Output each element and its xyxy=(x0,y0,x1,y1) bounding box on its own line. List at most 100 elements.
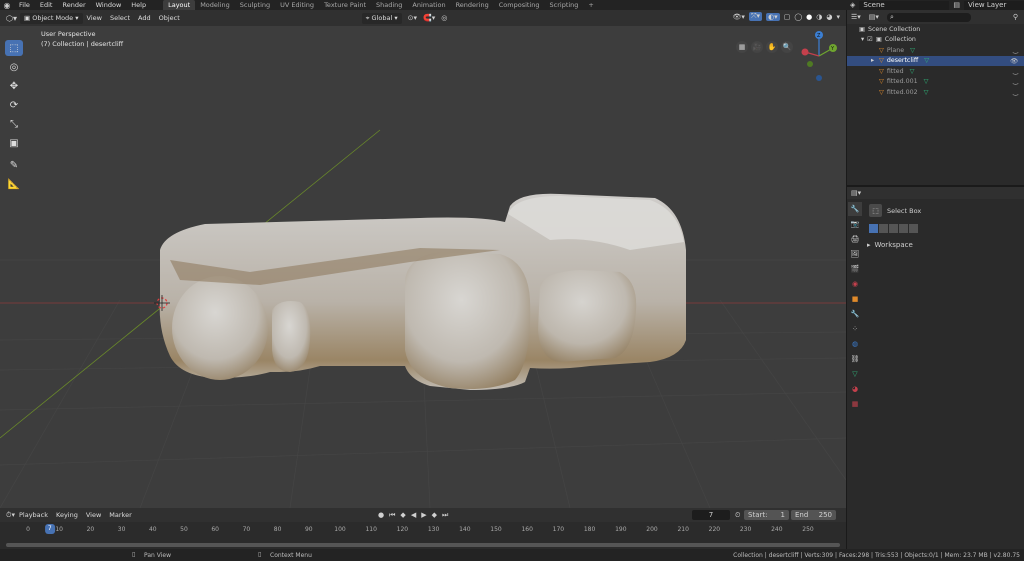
menu-object[interactable]: Object xyxy=(155,14,184,22)
menu-add[interactable]: Add xyxy=(134,14,155,22)
grid-view-icon[interactable]: ▦ xyxy=(736,41,748,53)
scene-tab-icon[interactable]: 🎬 xyxy=(848,262,862,276)
desertcliff-mesh[interactable] xyxy=(159,193,686,390)
end-frame-field[interactable]: End 250 xyxy=(791,510,836,520)
texture-tab-icon[interactable]: ▦ xyxy=(848,397,862,411)
overlay-toggle-icon[interactable]: ◐▾ xyxy=(766,12,780,21)
menu-view[interactable]: View xyxy=(83,14,106,22)
outliner-item[interactable]: ▽ fitted.001 ▽ ‿ xyxy=(847,77,1024,88)
tab-rendering[interactable]: Rendering xyxy=(451,0,494,10)
tab-uv-editing[interactable]: UV Editing xyxy=(275,0,319,10)
outliner-item[interactable]: ▽ fitted ▽ ‿ xyxy=(847,66,1024,77)
material-tab-icon[interactable]: ◕ xyxy=(848,382,862,396)
tab-scripting[interactable]: Scripting xyxy=(545,0,584,10)
hidden-eye-icon[interactable]: ‿ xyxy=(1013,68,1018,75)
render-tab-icon[interactable]: 📷 xyxy=(848,217,862,231)
object-tab-icon[interactable]: ■ xyxy=(848,292,862,306)
tab-texture-paint[interactable]: Texture Paint xyxy=(319,0,371,10)
workspace-section[interactable]: ▸ Workspace xyxy=(867,241,913,249)
jump-end-icon[interactable]: ⏭ xyxy=(442,511,448,520)
pivot-icon[interactable]: ⊙▾ xyxy=(408,14,417,22)
xray-toggle-icon[interactable]: ▢ xyxy=(784,13,791,21)
tab-shading[interactable]: Shading xyxy=(371,0,407,10)
start-frame-field[interactable]: Start: 1 xyxy=(744,510,789,520)
pan-hand-icon[interactable]: ✋ xyxy=(766,41,778,53)
mesh-data-icon[interactable]: ▽ xyxy=(924,78,929,85)
display-mode-icon[interactable]: ▤▾ xyxy=(869,13,879,21)
tab-layout[interactable]: Layout xyxy=(163,0,196,10)
mode-intersect-icon[interactable] xyxy=(909,224,918,233)
expand-arrow-icon[interactable]: ▾ xyxy=(861,36,864,43)
select-box-tool-icon[interactable]: ⬚ xyxy=(5,40,23,56)
view-layer-selector[interactable]: View Layer xyxy=(964,0,1024,10)
mesh-data-icon[interactable]: ▽ xyxy=(910,68,915,75)
tab-animation[interactable]: Animation xyxy=(407,0,450,10)
outliner-search-input[interactable]: ⌕ xyxy=(886,12,971,22)
shading-material-icon[interactable]: ◑ xyxy=(816,13,822,21)
filter-icon[interactable]: ⚲ xyxy=(1013,13,1018,21)
blender-logo-icon[interactable]: ◉ xyxy=(0,1,14,10)
play-icon[interactable]: ▶ xyxy=(421,511,426,520)
mesh-data-icon[interactable]: ▽ xyxy=(910,47,915,54)
physics-tab-icon[interactable]: ◍ xyxy=(848,337,862,351)
timeline-scrollbar[interactable] xyxy=(6,543,840,547)
outliner-editor-icon[interactable]: ☰▾ xyxy=(851,13,861,21)
prev-keyframe-icon[interactable]: ◆ xyxy=(400,511,405,520)
editor-type-icon[interactable]: ⬡▾ xyxy=(6,14,17,23)
zoom-icon[interactable]: 🔍 xyxy=(781,41,793,53)
checkbox-icon[interactable]: ☑ xyxy=(867,36,873,43)
mode-subtract-icon[interactable] xyxy=(889,224,898,233)
world-tab-icon[interactable]: ◉ xyxy=(848,277,862,291)
output-tab-icon[interactable]: 🖨 xyxy=(848,232,862,246)
gizmo-toggle-icon[interactable]: ⤧▾ xyxy=(748,12,763,21)
shading-rendered-icon[interactable]: ◕ xyxy=(826,13,832,21)
outliner-collection[interactable]: ▾ ☑ ▣ Collection xyxy=(847,35,1024,46)
menu-help[interactable]: Help xyxy=(126,1,151,9)
menu-window[interactable]: Window xyxy=(91,1,127,9)
view-layer-tab-icon[interactable]: 🖼 xyxy=(848,247,862,261)
menu-timeline-view[interactable]: View xyxy=(82,511,105,519)
preview-range-icon[interactable]: ⏲ xyxy=(735,511,740,520)
menu-render[interactable]: Render xyxy=(57,1,90,9)
mode-selector[interactable]: ▣ Object Mode ▾ xyxy=(20,12,83,24)
transform-tool-icon[interactable]: ▣ xyxy=(5,135,23,151)
menu-file[interactable]: File xyxy=(14,1,35,9)
tool-tab-icon[interactable]: 🔧 xyxy=(848,202,862,216)
hidden-eye-icon[interactable]: ‿ xyxy=(1013,89,1018,96)
camera-view-icon[interactable]: 🎥 xyxy=(751,41,763,53)
outliner-scene-collection[interactable]: ▣ Scene Collection xyxy=(847,24,1024,35)
mesh-data-icon[interactable]: ▽ xyxy=(924,89,929,96)
menu-edit[interactable]: Edit xyxy=(35,1,58,9)
gizmo-neg-z-axis[interactable] xyxy=(816,75,822,81)
menu-keying[interactable]: Keying xyxy=(52,511,82,519)
playhead-frame-indicator[interactable]: 7 xyxy=(44,524,55,534)
move-tool-icon[interactable]: ✥ xyxy=(5,78,23,94)
view-layer-icon[interactable]: ▤ xyxy=(953,1,960,9)
mode-new-icon[interactable] xyxy=(869,224,878,233)
scale-tool-icon[interactable]: ⤡ xyxy=(5,116,23,132)
jump-start-icon[interactable]: ⏮ xyxy=(389,511,395,520)
play-reverse-icon[interactable]: ◀ xyxy=(411,511,416,520)
navigation-gizmo[interactable]: Z Y xyxy=(801,30,837,86)
record-icon[interactable]: ● xyxy=(378,511,384,520)
transform-orientation-selector[interactable]: ⌖ Global ▾ xyxy=(361,12,402,24)
snap-icon[interactable]: 🧲▾ xyxy=(423,14,435,22)
timeline-editor-icon[interactable]: ⏱▾ xyxy=(6,511,15,520)
visibility-icon[interactable]: 👁▾ xyxy=(733,13,745,21)
outliner-item[interactable]: ▸ ▽ desertcliff ▽ 👁 xyxy=(847,55,1024,66)
tab-sculpting[interactable]: Sculpting xyxy=(235,0,275,10)
annotate-tool-icon[interactable]: ✎ xyxy=(5,157,23,173)
constraints-tab-icon[interactable]: ⛓ xyxy=(848,352,862,366)
select-box-icon[interactable]: ⬚ xyxy=(869,204,882,217)
scene-selector[interactable]: Scene xyxy=(859,0,950,10)
gizmo-neg-y-axis[interactable] xyxy=(807,61,813,67)
scene-icon[interactable]: ◈ xyxy=(850,1,855,9)
shading-wireframe-icon[interactable]: ◯ xyxy=(794,13,802,21)
gizmo-x-axis[interactable] xyxy=(801,48,809,56)
outliner-item[interactable]: ▽ fitted.002 ▽ ‿ xyxy=(847,87,1024,98)
cursor-tool-icon[interactable]: ◎ xyxy=(5,59,23,75)
modifier-tab-icon[interactable]: 🔧 xyxy=(848,307,862,321)
current-frame-field[interactable]: 7 xyxy=(692,510,730,520)
mode-extend-icon[interactable] xyxy=(879,224,888,233)
tab-modeling[interactable]: Modeling xyxy=(195,0,235,10)
